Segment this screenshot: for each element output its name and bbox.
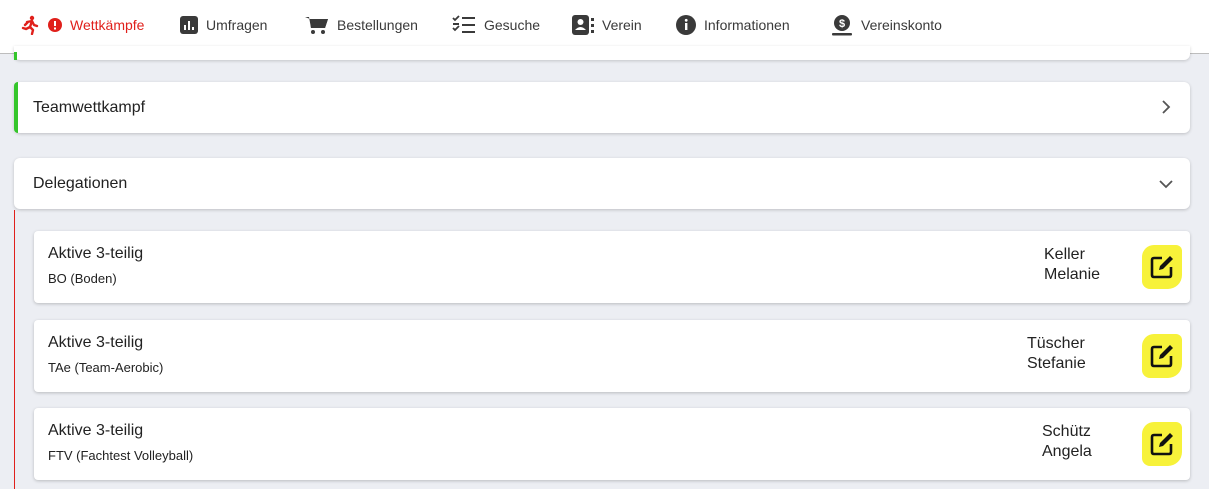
nav-item-informationen[interactable]: Informationen	[676, 12, 790, 38]
delegation-card: Aktive 3-teilig FTV (Fachtest Volleyball…	[34, 408, 1190, 480]
nav-item-verein[interactable]: Verein	[572, 12, 642, 38]
delegation-person: Keller Melanie	[1044, 245, 1100, 285]
chevron-right-icon[interactable]	[1156, 97, 1176, 117]
delegation-card: Aktive 3-teilig BO (Boden) Keller Melani…	[34, 231, 1190, 303]
checklist-icon	[452, 15, 476, 35]
nav-label-vereinskonto: Vereinskonto	[861, 17, 942, 33]
person-last-name: Schütz	[1042, 423, 1091, 440]
chevron-down-icon[interactable]	[1156, 173, 1176, 193]
edit-icon[interactable]	[1148, 430, 1176, 458]
delegation-discipline: TAe (Team-Aerobic)	[48, 360, 164, 375]
nav-label-wettkaempfe: Wettkämpfe	[70, 17, 145, 33]
runner-icon	[20, 15, 40, 35]
edit-icon[interactable]	[1148, 342, 1176, 370]
panel-delegationen[interactable]: Delegationen	[14, 158, 1190, 209]
contact-book-icon	[572, 15, 594, 35]
svg-text:$: $	[839, 18, 845, 30]
cart-icon	[305, 15, 329, 35]
panel-teamwettkampf[interactable]: Teamwettkampf	[14, 82, 1190, 133]
delegation-person: Schütz Angela	[1042, 422, 1092, 462]
edit-icon[interactable]	[1148, 253, 1176, 281]
delegation-card: Aktive 3-teilig TAe (Team-Aerobic) Tüsch…	[34, 320, 1190, 392]
delegation-discipline: FTV (Fachtest Volleyball)	[48, 448, 194, 463]
nav-item-umfragen[interactable]: Umfragen	[180, 12, 267, 38]
nav-item-vereinskonto[interactable]: $ Vereinskonto	[831, 12, 942, 38]
delegation-discipline: BO (Boden)	[48, 271, 117, 286]
expanded-section-indicator	[14, 210, 15, 489]
info-icon	[676, 15, 696, 35]
person-first-name: Stefanie	[1027, 355, 1086, 372]
person-first-name: Angela	[1042, 443, 1092, 460]
nav-label-informationen: Informationen	[704, 17, 790, 33]
nav-label-verein: Verein	[602, 17, 642, 33]
person-last-name: Tüscher	[1027, 335, 1085, 352]
nav-label-umfragen: Umfragen	[206, 17, 268, 33]
nav-item-gesuche[interactable]: Gesuche	[452, 12, 540, 38]
nav-label-gesuche: Gesuche	[484, 17, 541, 33]
panel-status-accent	[14, 82, 18, 133]
money-icon: $	[831, 14, 853, 36]
nav-item-bestellungen[interactable]: Bestellungen	[305, 12, 418, 38]
person-last-name: Keller	[1044, 246, 1085, 263]
nav-label-bestellungen: Bestellungen	[337, 17, 418, 33]
nav-item-wettkaempfe[interactable]: Wettkämpfe	[20, 12, 144, 38]
bar-chart-icon	[180, 16, 198, 34]
delegation-person: Tüscher Stefanie	[1027, 334, 1086, 374]
panel-title-delegationen: Delegationen	[33, 175, 128, 192]
exclamation-icon	[48, 18, 62, 32]
previous-panel-edge	[14, 46, 1190, 60]
delegation-category: Aktive 3-teilig	[48, 334, 144, 351]
person-first-name: Melanie	[1044, 266, 1101, 283]
panel-title-teamwettkampf: Teamwettkampf	[33, 99, 146, 116]
delegation-category: Aktive 3-teilig	[48, 245, 144, 262]
delegation-category: Aktive 3-teilig	[48, 422, 144, 439]
previous-panel-accent	[14, 52, 17, 60]
